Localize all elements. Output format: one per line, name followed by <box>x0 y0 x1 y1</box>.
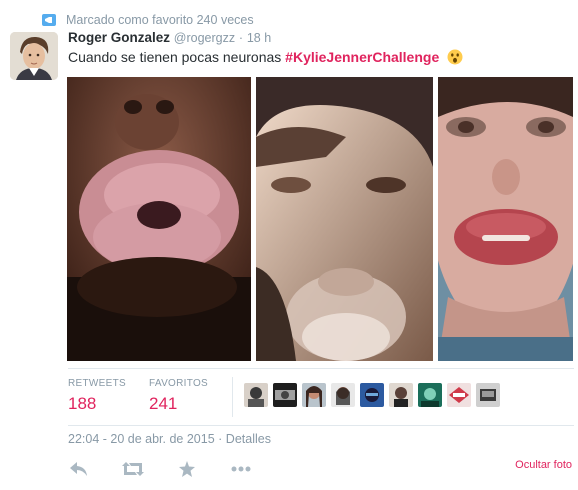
tweet-time[interactable]: 18 h <box>247 31 271 45</box>
avatar[interactable] <box>10 32 58 80</box>
tweet-timestamp: 22:04 - 20 de abr. de 2015 · Detalles <box>68 432 271 446</box>
favoriter-avatar[interactable] <box>302 383 326 407</box>
promoted-favorite-icon <box>42 14 56 26</box>
favoriter-avatar[interactable] <box>360 383 384 407</box>
user-name[interactable]: Roger Gonzalez <box>68 30 170 45</box>
tweet-text: Cuando se tienen pocas neuronas #KylieJe… <box>68 49 463 65</box>
favoriter-avatar[interactable] <box>331 383 355 407</box>
favorites-label: FAVORITOS <box>149 378 209 389</box>
retweets-count: 188 <box>68 394 97 413</box>
retweets-label: RETWEETS <box>68 378 126 389</box>
retweet-button[interactable] <box>122 460 144 478</box>
favorite-icon <box>179 461 195 477</box>
retweets-stat[interactable]: RETWEETS 188 <box>68 378 126 414</box>
favoriters-avatars <box>244 383 500 407</box>
separator: · <box>218 432 223 446</box>
more-icon <box>231 466 251 472</box>
separator: · <box>238 31 244 45</box>
tweet-header: Roger Gonzalez @rogergzz · 18 h <box>68 30 271 45</box>
favoriter-avatar[interactable] <box>447 383 471 407</box>
kylie-lips-photo-3[interactable] <box>438 77 573 361</box>
favoriter-avatar[interactable] <box>389 383 413 407</box>
tweet-stats: RETWEETS 188 FAVORITOS 241 <box>68 368 574 426</box>
tweet-body: Cuando se tienen pocas neuronas <box>68 49 286 65</box>
tweet-photos[interactable] <box>67 77 573 361</box>
context-text: Marcado como favorito 240 veces <box>66 13 254 27</box>
hashtag-link[interactable]: #KylieJennerChallenge <box>285 49 439 65</box>
favorite-button[interactable] <box>176 460 198 478</box>
more-button[interactable] <box>230 460 252 478</box>
favoriter-avatar[interactable] <box>476 383 500 407</box>
user-handle[interactable]: @rogergzz <box>174 31 235 45</box>
stats-divider <box>232 377 233 417</box>
tweet-context: Marcado como favorito 240 veces <box>42 12 254 28</box>
details-link[interactable]: Detalles <box>226 432 271 446</box>
kylie-lips-photo-2[interactable] <box>256 77 433 361</box>
retweet-icon <box>122 462 144 476</box>
favoriter-avatar[interactable] <box>244 383 268 407</box>
favoriter-avatar[interactable] <box>418 383 442 407</box>
reply-icon <box>70 462 87 476</box>
favoriter-avatar[interactable] <box>273 383 297 407</box>
kylie-lips-photo-1[interactable] <box>67 77 251 361</box>
reply-button[interactable] <box>68 460 90 478</box>
astonished-face-icon <box>447 49 463 65</box>
tweet-date[interactable]: 22:04 - 20 de abr. de 2015 <box>68 432 215 446</box>
favorites-count: 241 <box>149 394 178 413</box>
hide-photo-link[interactable]: Ocultar foto <box>515 459 572 471</box>
tweet-actions <box>68 460 252 478</box>
favorites-stat[interactable]: FAVORITOS 241 <box>149 378 208 414</box>
